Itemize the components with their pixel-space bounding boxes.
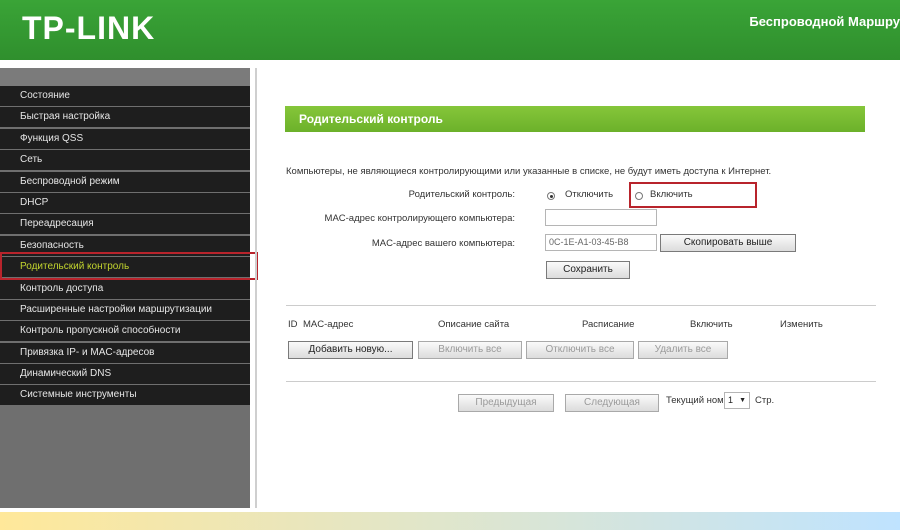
divider-bottom xyxy=(286,381,876,382)
col-mac: MAC-адрес xyxy=(303,319,354,330)
parental-control-label: Родительский контроль: xyxy=(408,189,515,200)
mac-current-label: MAC-адрес вашего компьютера: xyxy=(371,238,515,249)
sidebar-item-dhcp[interactable]: DHCP xyxy=(0,192,250,213)
page-select[interactable]: 1 ▼ xyxy=(724,392,750,409)
mac-parent-label: MAC-адрес контролирующего компьютера: xyxy=(324,213,515,224)
sidebar-item-quick-setup[interactable]: Быстрая настройка xyxy=(0,107,250,128)
next-page-button[interactable]: Следующая xyxy=(565,394,659,412)
add-new-button[interactable]: Добавить новую... xyxy=(288,341,413,359)
sidebar: Состояние Быстрая настройка Функция QSS … xyxy=(0,68,250,508)
sidebar-item-access-control[interactable]: Контроль доступа xyxy=(0,278,250,299)
col-id: ID xyxy=(288,319,298,330)
header-title: Беспроводной Маршру xyxy=(749,14,900,29)
sidebar-item-forwarding[interactable]: Переадресация xyxy=(0,214,250,235)
radio-disable[interactable] xyxy=(547,192,555,200)
sidebar-item-network[interactable]: Сеть xyxy=(0,150,250,171)
radio-disable-label: Отключить xyxy=(565,189,614,200)
main-content: Родительский контроль Компьютеры, не явл… xyxy=(258,68,900,508)
sidebar-item-ip-mac-binding[interactable]: Привязка IP- и MAC-адресов xyxy=(0,342,250,363)
delete-all-button[interactable]: Удалить все xyxy=(638,341,728,359)
bottom-strip xyxy=(0,512,900,530)
sidebar-top-gap xyxy=(0,68,250,86)
sidebar-item-qss[interactable]: Функция QSS xyxy=(0,128,250,149)
content-divider xyxy=(255,68,257,508)
description-text: Компьютеры, не являющиеся контролирующим… xyxy=(286,166,772,177)
sidebar-item-wireless[interactable]: Беспроводной режим xyxy=(0,171,250,192)
mac-parent-input[interactable] xyxy=(545,209,657,226)
col-enable: Включить xyxy=(690,319,733,330)
col-schedule: Расписание xyxy=(582,319,635,330)
highlight-sidebar-parental xyxy=(0,252,258,280)
enable-all-button[interactable]: Включить все xyxy=(418,341,522,359)
highlight-enable-radio xyxy=(629,182,757,208)
save-button[interactable]: Сохранить xyxy=(546,261,630,279)
sidebar-item-advanced-routing[interactable]: Расширенные настройки маршрутизации xyxy=(0,299,250,320)
section-title: Родительский контроль xyxy=(285,106,865,132)
sidebar-item-bandwidth-control[interactable]: Контроль пропускной способности xyxy=(0,321,250,342)
mac-current-input[interactable]: 0C-1E-A1-03-45-B8 xyxy=(545,234,657,251)
sidebar-item-system-tools[interactable]: Системные инструменты xyxy=(0,385,250,406)
page-suffix: Стр. xyxy=(755,395,775,406)
prev-page-button[interactable]: Предыдущая xyxy=(458,394,554,412)
chevron-down-icon: ▼ xyxy=(739,397,746,404)
col-edit: Изменить xyxy=(780,319,823,330)
divider-top xyxy=(286,305,876,306)
disable-all-button[interactable]: Отключить все xyxy=(526,341,634,359)
sidebar-item-ddns[interactable]: Динамический DNS xyxy=(0,364,250,385)
col-site: Описание сайта xyxy=(438,319,510,330)
sidebar-item-status[interactable]: Состояние xyxy=(0,86,250,106)
header-bar: TP-LINK Беспроводной Маршру xyxy=(0,0,900,60)
copy-above-button[interactable]: Скопировать выше xyxy=(660,234,796,252)
tp-link-logo: TP-LINK xyxy=(22,10,156,46)
page-select-value: 1 xyxy=(728,395,734,405)
